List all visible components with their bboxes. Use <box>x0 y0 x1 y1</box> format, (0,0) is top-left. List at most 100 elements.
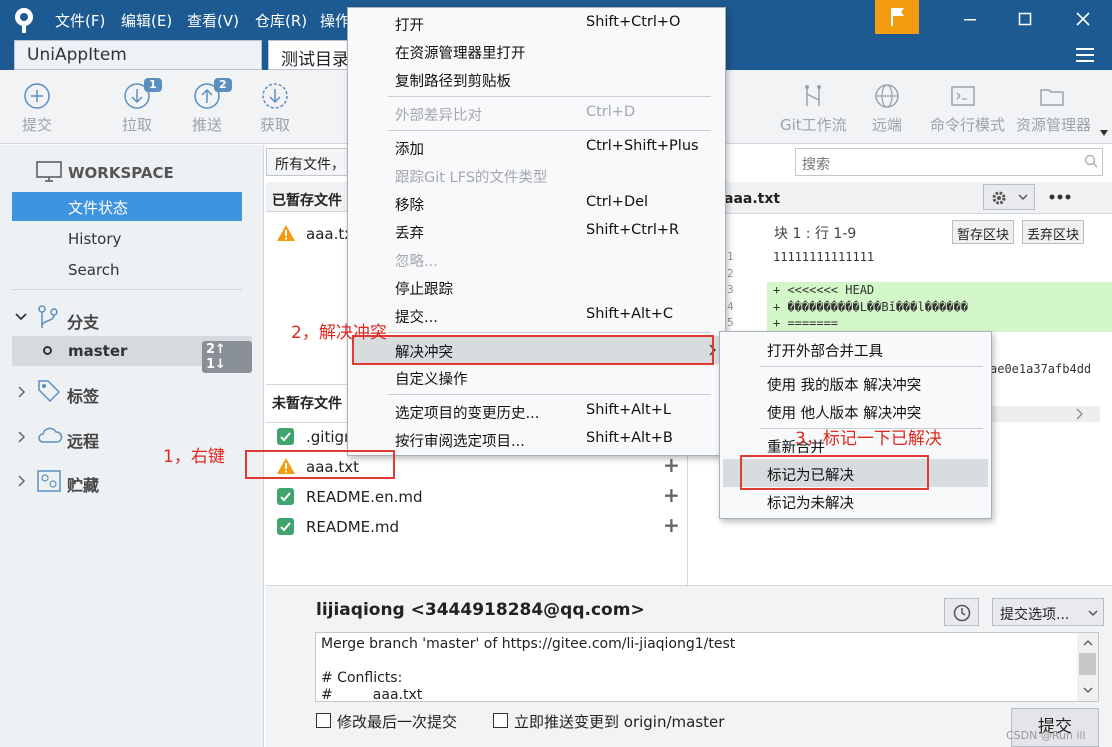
commit-hash-fragment: ae0e1a37afb4dd <box>990 362 1092 376</box>
push-now-label: 立即推送变更到 origin/master <box>514 713 725 731</box>
submenu-item-external-merge[interactable]: 打开外部合并工具 <box>720 335 991 363</box>
menu-item-shortcut: Ctrl+Shift+Plus <box>586 138 699 154</box>
commit-button[interactable]: 提交 <box>6 78 68 138</box>
pull-label: 拉取 <box>121 116 152 134</box>
history-button[interactable] <box>944 598 979 626</box>
menu-view[interactable]: 查看(V) <box>187 10 239 31</box>
menu-item-open-in-explorer[interactable]: 在资源管理器里打开 <box>348 37 725 65</box>
search-input[interactable]: 搜索 <box>795 148 1103 176</box>
gitflow-button[interactable]: Git工作流 <box>780 78 847 138</box>
sidebar-item-search[interactable]: Search <box>68 261 120 279</box>
annotation-box-resolve <box>352 335 714 365</box>
chevron-down-icon[interactable] <box>15 312 27 322</box>
amend-checkbox[interactable] <box>316 713 331 728</box>
menu-item-shortcut: Ctrl+Del <box>586 194 649 210</box>
sidebar-item-file-status[interactable]: 文件状态 <box>12 192 242 221</box>
branch-item-master[interactable]: master 2↑ 1↓ <box>12 336 252 373</box>
menu-item-blame-selected[interactable]: 按行审阅选定项目... Shift+Alt+B <box>348 425 725 453</box>
stage-hunk-button[interactable]: 暂存区块 <box>952 220 1015 244</box>
clock-icon <box>953 604 971 622</box>
tags-heading[interactable]: 标签 <box>67 383 99 407</box>
watermark: CSDN @Run ill <box>1006 729 1086 742</box>
diff-line <box>773 266 1112 283</box>
gitflow-label: Git工作流 <box>780 116 847 134</box>
commit-message-input[interactable]: Merge branch 'master' of https://gitee.c… <box>315 632 1099 702</box>
more-options-icon[interactable] <box>1049 193 1071 201</box>
menu-item-label: 打开外部合并工具 <box>767 344 883 360</box>
chevron-right-icon <box>1076 408 1084 420</box>
flag-button[interactable] <box>875 0 919 34</box>
ahead-behind-badge: 2↑ 1↓ <box>202 341 252 373</box>
menu-item-stop-tracking[interactable]: 停止跟踪 <box>348 273 725 301</box>
menu-item-add[interactable]: 添加 Ctrl+Shift+Plus <box>348 133 725 161</box>
hunk-header: 块 1 : 行 1-9 <box>774 226 857 242</box>
globe-icon <box>873 82 901 110</box>
menu-item-commit[interactable]: 提交... Shift+Alt+C <box>348 301 725 329</box>
unstaged-file-readme-en[interactable]: README.en.md <box>306 488 423 506</box>
checkbox-icon[interactable] <box>277 428 294 445</box>
message-line: Merge branch 'master' of https://gitee.c… <box>321 636 736 652</box>
menu-separator <box>388 394 711 395</box>
diff-settings-button[interactable] <box>983 184 1035 210</box>
stashes-heading[interactable]: 贮藏 <box>67 472 99 496</box>
remotes-heading[interactable]: 远程 <box>67 428 99 452</box>
amend-label: 修改最后一次提交 <box>337 713 458 731</box>
horizontal-scrollbar[interactable] <box>990 406 1100 422</box>
commit-message-text: Merge branch 'master' of https://gitee.c… <box>321 636 736 701</box>
pull-button[interactable]: 拉取 1 <box>106 78 168 138</box>
toolbar-overflow-icon[interactable] <box>1100 130 1108 136</box>
menu-item-log-selected[interactable]: 选定项目的变更历史... Shift+Alt+L <box>348 397 725 425</box>
stage-plus-icon[interactable]: + <box>663 483 680 507</box>
sidebar-item-history[interactable]: History <box>68 230 121 248</box>
maximize-icon[interactable] <box>1002 0 1048 40</box>
explorer-button[interactable]: 资源管理器 <box>1016 78 1091 138</box>
checkbox-icon[interactable] <box>277 488 294 505</box>
stage-plus-icon[interactable]: + <box>663 513 680 537</box>
menu-item-discard[interactable]: 丢弃 Shift+Ctrl+R <box>348 217 725 245</box>
stage-plus-icon[interactable]: + <box>663 453 680 477</box>
chevron-right-icon[interactable] <box>17 475 27 487</box>
menu-item-copy-path[interactable]: 复制路径到剪贴板 <box>348 65 725 93</box>
file-filter-dropdown[interactable]: 所有文件， <box>266 148 356 176</box>
close-icon[interactable] <box>1060 0 1106 40</box>
branch-icon <box>36 304 60 330</box>
terminal-icon <box>949 82 977 110</box>
menu-separator <box>760 366 983 367</box>
master-label: master <box>68 342 128 360</box>
push-button[interactable]: 推送 2 <box>176 78 238 138</box>
menu-item-label: 自定义操作 <box>395 372 468 388</box>
menu-actions[interactable]: 操作 <box>320 10 350 31</box>
menu-item-open[interactable]: 打开 Shift+Ctrl+O <box>348 9 725 37</box>
menu-repository[interactable]: 仓库(R) <box>255 10 307 31</box>
chevron-right-icon[interactable] <box>17 431 27 443</box>
submenu-item-mark-unresolved[interactable]: 标记为未解决 <box>720 487 991 515</box>
push-now-checkbox[interactable] <box>493 713 508 728</box>
menu-item-custom-actions[interactable]: 自定义操作 <box>348 363 725 391</box>
tab-uniappitem[interactable]: UniAppItem <box>14 40 262 70</box>
menu-separator <box>388 332 711 333</box>
hamburger-menu-icon[interactable] <box>1073 43 1097 67</box>
commit-label: 提交 <box>21 116 52 134</box>
fetch-button[interactable]: 获取 <box>244 78 306 138</box>
minimize-icon[interactable] <box>947 0 993 40</box>
unstaged-file-readme[interactable]: README.md <box>306 518 399 536</box>
branches-heading[interactable]: 分支 <box>67 309 99 333</box>
menu-item-remove[interactable]: 移除 Ctrl+Del <box>348 189 725 217</box>
remote-button[interactable]: 远端 <box>856 78 918 138</box>
menu-item-label: 提交... <box>395 310 438 326</box>
menu-file[interactable]: 文件(F) <box>55 10 105 31</box>
annotation-step2: 2，解决冲突 <box>291 323 387 343</box>
file-status-label: 文件状态 <box>68 199 129 217</box>
vertical-scrollbar[interactable] <box>1077 633 1098 701</box>
scroll-thumb[interactable] <box>1079 653 1096 675</box>
terminal-button[interactable]: 命令行模式 <box>930 78 1005 138</box>
chevron-right-icon[interactable] <box>17 386 27 398</box>
current-branch-icon <box>43 346 52 355</box>
discard-hunk-button[interactable]: 丢弃区块 <box>1022 220 1085 244</box>
submenu-item-use-mine[interactable]: 使用 我的版本 解决冲突 <box>720 369 991 397</box>
menu-edit[interactable]: 编辑(E) <box>121 10 172 31</box>
menu-item-label: 跟踪Git LFS的文件类型 <box>395 170 548 186</box>
commit-options-dropdown[interactable]: 提交选项... <box>992 598 1104 626</box>
checkbox-icon[interactable] <box>277 518 294 535</box>
submenu-item-use-theirs[interactable]: 使用 他人版本 解决冲突 <box>720 397 991 425</box>
